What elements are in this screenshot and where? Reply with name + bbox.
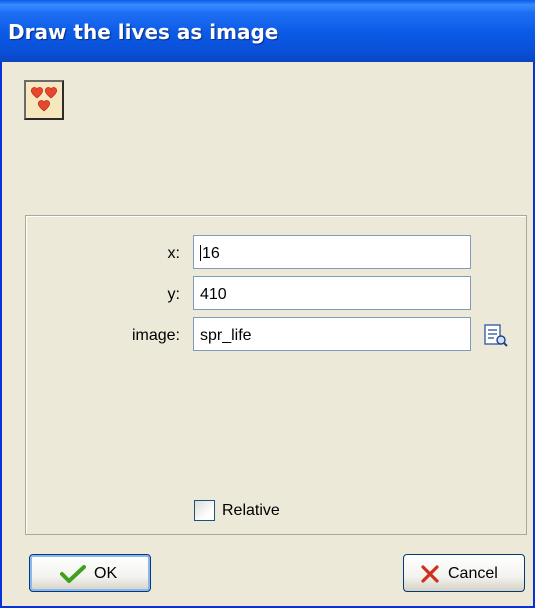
dialog-window: Draw the lives as image x: 16 y: 410 ima… [0, 0, 535, 608]
cross-icon [421, 565, 439, 583]
title-bar[interactable]: Draw the lives as image [0, 0, 535, 62]
cancel-label: Cancel [448, 565, 498, 582]
image-value: spr_life [200, 327, 252, 344]
sprite-browse-icon[interactable] [483, 323, 509, 349]
ok-label: OK [94, 565, 118, 582]
relative-checkbox[interactable] [194, 500, 215, 521]
checkmark-icon [60, 565, 86, 583]
y-input[interactable]: 410 [193, 276, 471, 310]
y-label: y: [167, 286, 180, 303]
text-caret [200, 245, 201, 261]
y-value: 410 [200, 286, 227, 303]
window-title: Draw the lives as image [8, 20, 279, 44]
image-label: image: [131, 327, 180, 344]
x-input[interactable]: 16 [193, 235, 471, 269]
hearts-icon [24, 80, 64, 120]
x-value: 16 [202, 245, 220, 262]
x-label: x: [167, 245, 180, 262]
cancel-button[interactable]: Cancel [403, 554, 525, 592]
image-input[interactable]: spr_life [193, 317, 471, 351]
relative-label[interactable]: Relative [222, 502, 280, 520]
ok-button[interactable]: OK [29, 554, 151, 592]
